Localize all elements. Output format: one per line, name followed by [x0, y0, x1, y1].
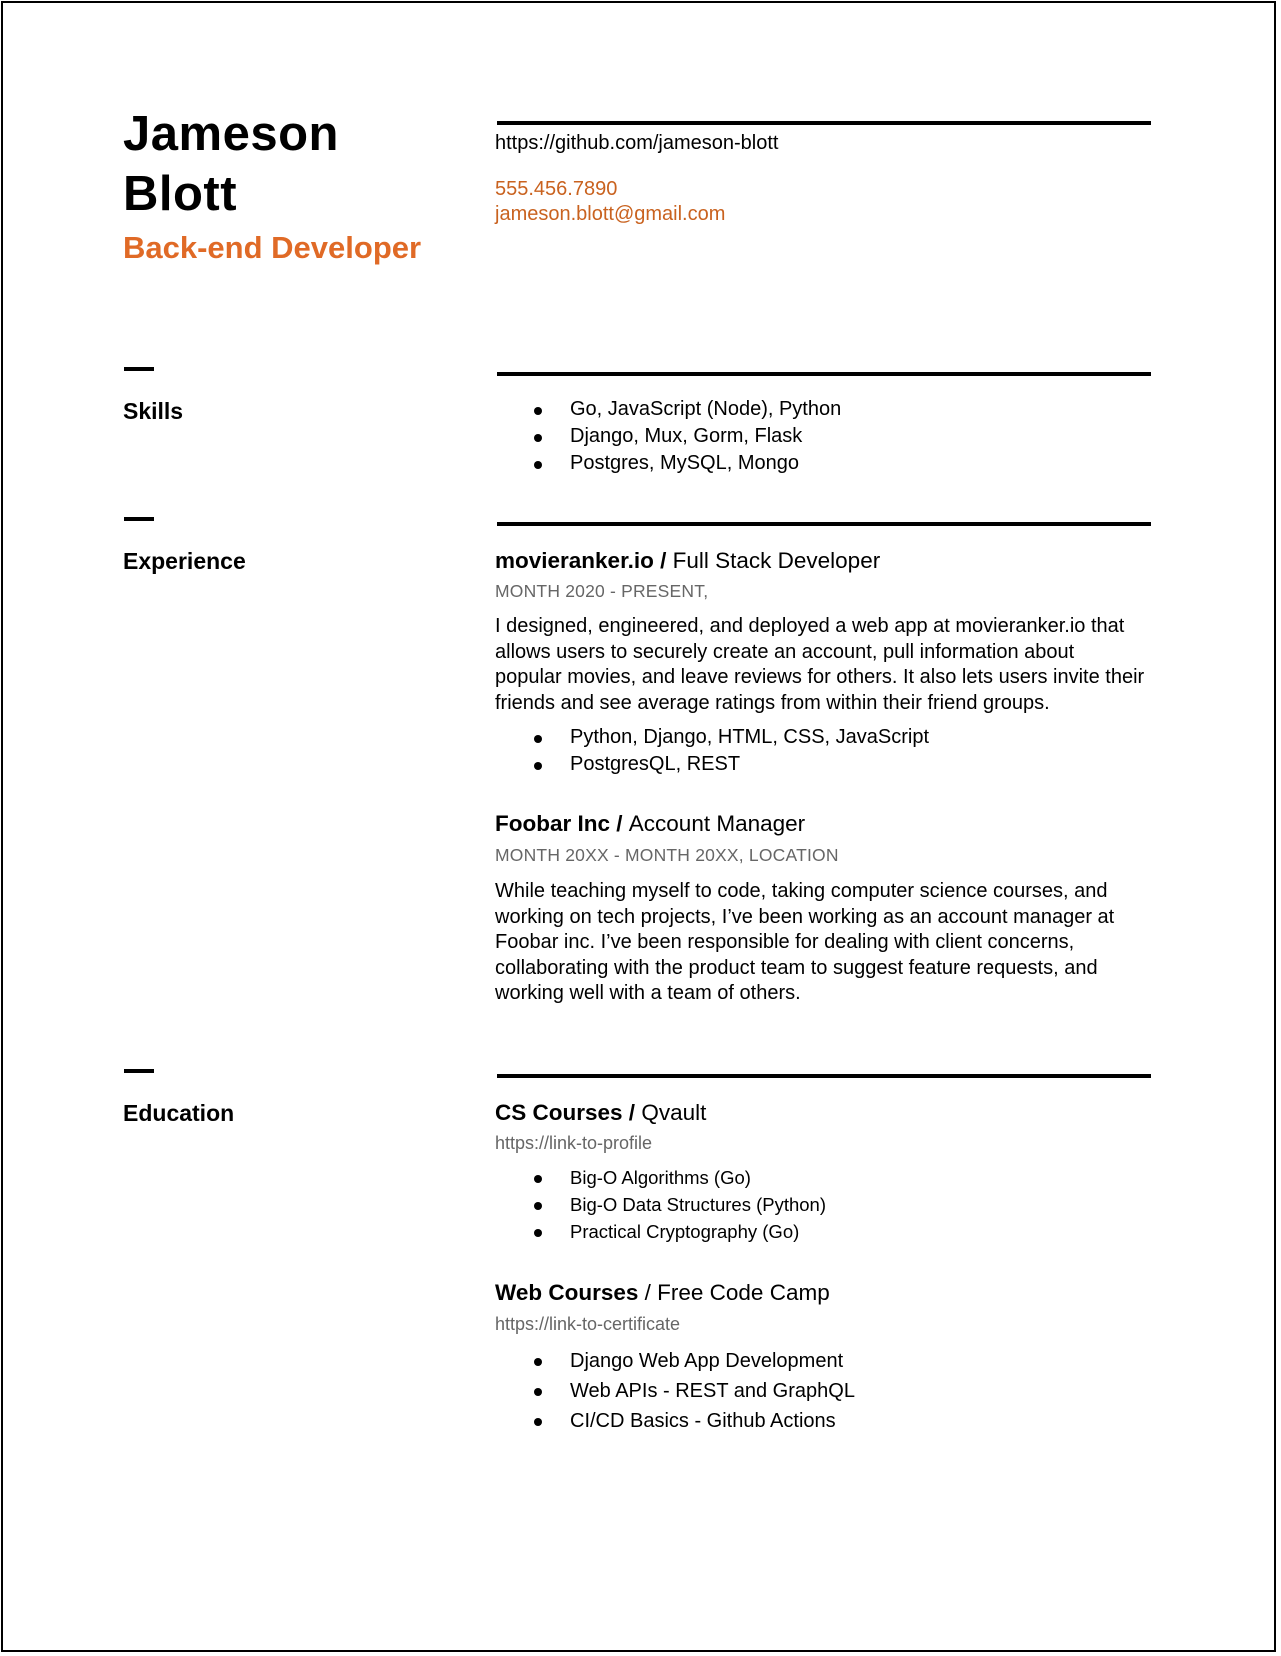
course-item: Big-O Data Structures (Python) [530, 1191, 826, 1218]
course-item: Django Web App Development [530, 1346, 855, 1376]
job-heading: Foobar Inc / Account Manager [495, 811, 806, 836]
tech-item: PostgresQL, REST [530, 751, 929, 778]
bullet-icon [534, 1358, 542, 1366]
job-tech-list: Python, Django, HTML, CSS, JavaScript Po… [530, 724, 929, 778]
education-dash [124, 1069, 154, 1073]
bullet-icon [534, 1202, 542, 1210]
last-name: Blott [123, 167, 238, 221]
skills-heading: Skills [123, 398, 184, 424]
course-item: Big-O Algorithms (Go) [530, 1164, 826, 1191]
skills-divider [497, 372, 1151, 376]
job-dates: MONTH 2020 - PRESENT, [495, 581, 709, 601]
course-heading: CS Courses / Qvault [495, 1100, 707, 1125]
education-heading: Education [123, 1100, 235, 1126]
bullet-icon [534, 434, 542, 442]
job-description: I designed, engineered, and deployed a w… [495, 615, 1145, 714]
course-list: Django Web App Development Web APIs - RE… [530, 1346, 855, 1436]
bullet-icon [534, 407, 542, 415]
education-divider [497, 1074, 1151, 1078]
job-description: While teaching myself to code, taking co… [495, 880, 1115, 1004]
skill-item: Go, JavaScript (Node), Python [530, 396, 841, 423]
company-name: Foobar Inc [495, 811, 611, 836]
bullet-icon [534, 461, 542, 469]
experience-heading: Experience [123, 548, 246, 574]
course-name: CS Courses [495, 1100, 623, 1125]
course-item: CI/CD Basics - Github Actions [530, 1406, 855, 1436]
header-divider [497, 121, 1151, 125]
job-role-title: Back-end Developer [123, 230, 422, 265]
experience-dash [124, 517, 154, 521]
phone-number[interactable]: 555.456.7890 [495, 177, 617, 203]
bullet-icon [534, 1229, 542, 1237]
skill-item: Postgres, MySQL, Mongo [530, 450, 841, 477]
course-item: Web APIs - REST and GraphQL [530, 1376, 855, 1406]
bullet-icon [534, 1418, 542, 1426]
experience-divider [497, 522, 1151, 526]
job-dates: MONTH 20XX - MONTH 20XX, LOCATION [495, 845, 839, 865]
tech-item: Python, Django, HTML, CSS, JavaScript [530, 724, 929, 751]
bullet-icon [534, 762, 542, 770]
course-heading: Web Courses / Free Code Camp [495, 1280, 830, 1305]
bullet-icon [534, 1388, 542, 1396]
bullet-icon [534, 1175, 542, 1183]
course-provider: Qvault [641, 1100, 707, 1125]
candidate-name: Jameson Blott [123, 104, 339, 224]
company-name: movieranker.io [495, 548, 654, 573]
first-name: Jameson [123, 107, 339, 161]
job-heading: movieranker.io / Full Stack Developer [495, 548, 881, 573]
github-link[interactable]: https://github.com/jameson-blott [495, 131, 778, 157]
course-item: Practical Cryptography (Go) [530, 1218, 826, 1245]
skill-item: Django, Mux, Gorm, Flask [530, 423, 841, 450]
skills-dash [124, 367, 154, 371]
job-title: Account Manager [628, 811, 806, 836]
job-title: Full Stack Developer [672, 548, 881, 573]
email-link[interactable]: jameson.blott@gmail.com [495, 202, 725, 228]
course-list: Big-O Algorithms (Go) Big-O Data Structu… [530, 1164, 826, 1245]
bullet-icon [534, 735, 542, 743]
course-name: Web Courses [495, 1280, 639, 1305]
course-link[interactable]: https://link-to-certificate [495, 1312, 680, 1336]
course-link[interactable]: https://link-to-profile [495, 1131, 652, 1155]
course-provider: Free Code Camp [657, 1280, 830, 1305]
skills-list: Go, JavaScript (Node), Python Django, Mu… [530, 396, 841, 477]
